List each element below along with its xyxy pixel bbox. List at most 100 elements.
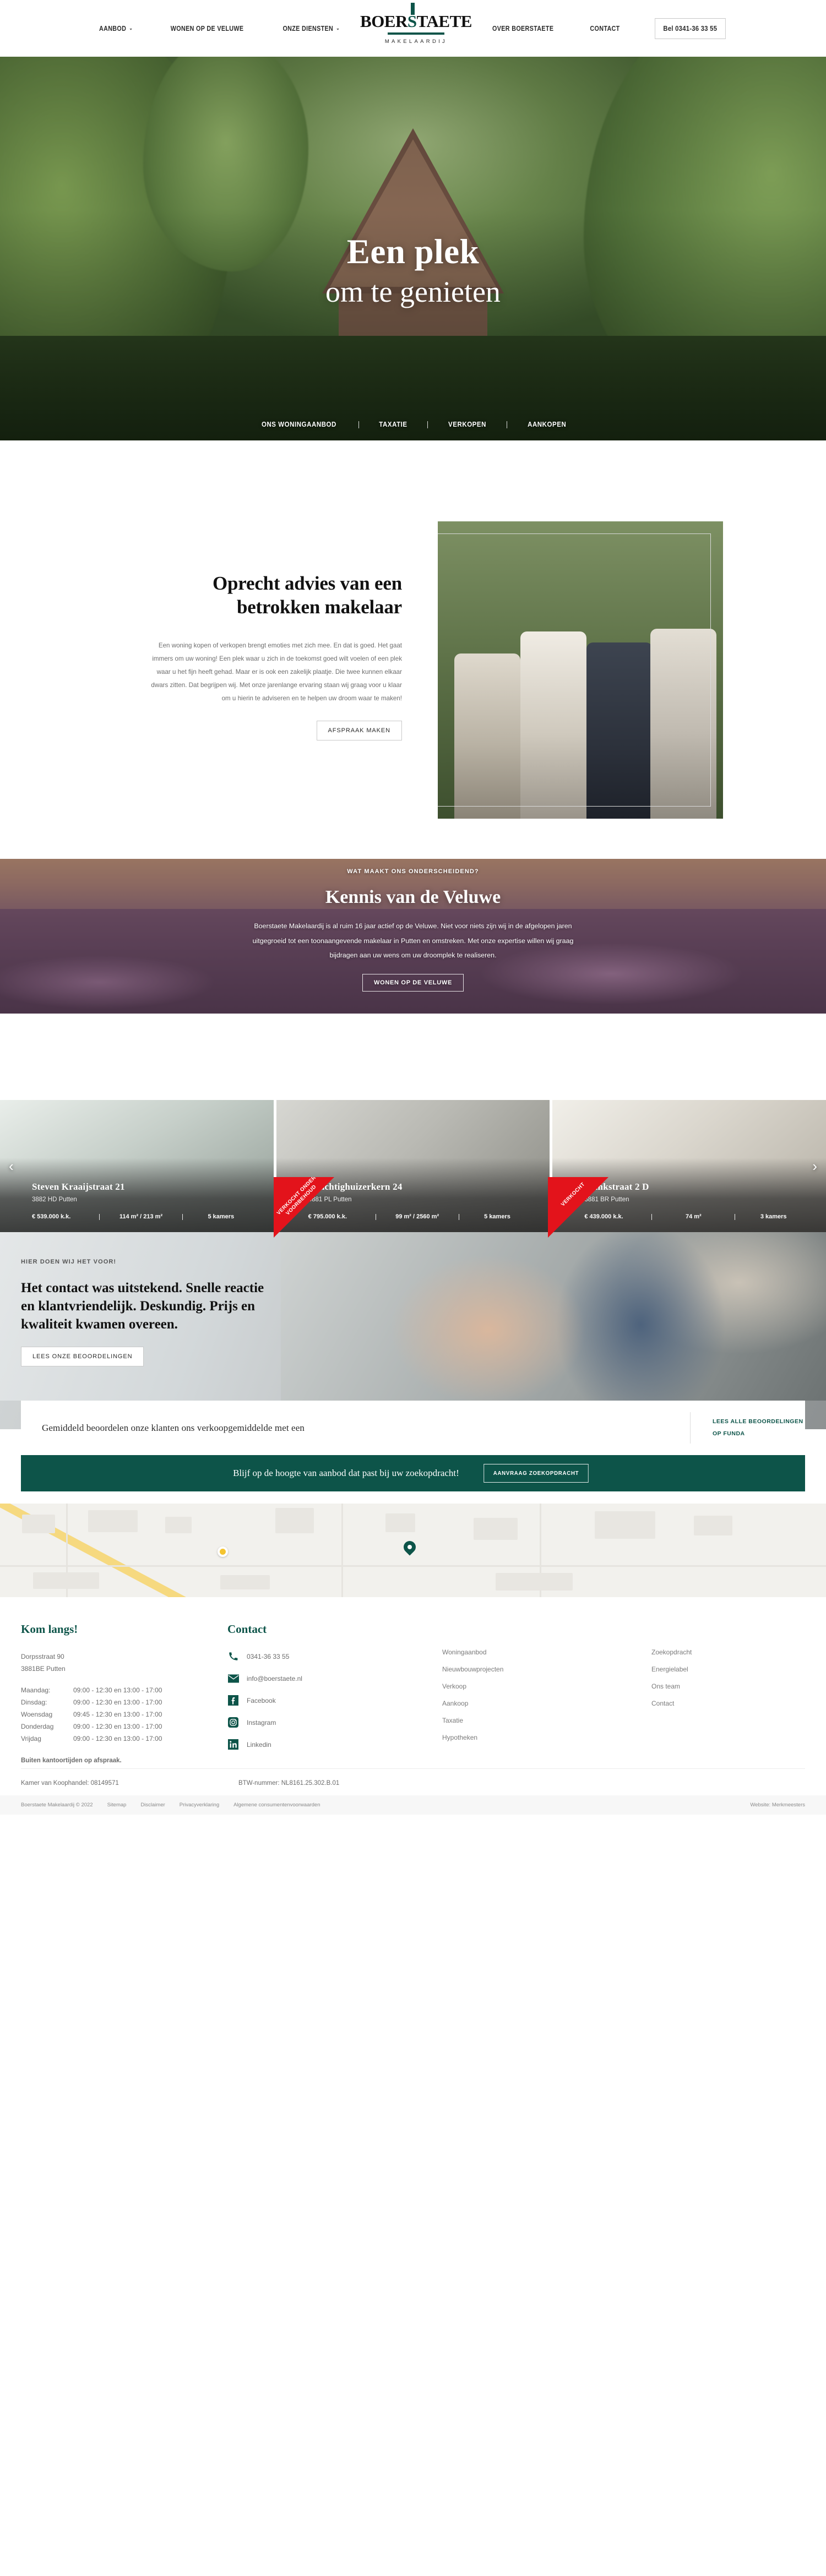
site-logo[interactable]: BOER S TAETE MAKELAARDIJ xyxy=(360,2,472,45)
testimonial-photo xyxy=(281,1232,826,1401)
copyright-link-privacyverklaring[interactable]: Privacyverklaring xyxy=(180,1802,219,1808)
footer-copyright-bar: Boerstaete Makelaardij © 2022 Sitemap Di… xyxy=(0,1795,826,1815)
advice-section: Oprecht advies van een betrokken makelaa… xyxy=(0,521,826,819)
read-reviews-button[interactable]: LEES ONZE BEOORDELINGEN xyxy=(21,1347,144,1366)
location-map[interactable] xyxy=(0,1504,826,1597)
copyright-link-algemene-voorwaarden[interactable]: Algemene consumentenvoorwaarden xyxy=(233,1802,320,1808)
day-time: 09:45 - 12:30 en 13:00 - 17:00 xyxy=(73,1711,162,1719)
veluwe-heading: Kennis van de Veluwe xyxy=(325,887,501,907)
linkedin-icon xyxy=(227,1739,239,1750)
footer-visit-heading: Kom langs! xyxy=(21,1622,78,1636)
opening-hours-row: Maandag: 09:00 - 12:30 en 13:00 - 17:00 xyxy=(21,1685,227,1697)
property-meta: € 795.000 k.k. 99 m² / 2560 m² 5 kamers xyxy=(308,1213,536,1220)
property-zip: 3882 HD Putten xyxy=(32,1196,77,1203)
hero-action-aankopen[interactable]: AANKOPEN xyxy=(510,421,583,428)
footer-link-nieuwbouwprojecten[interactable]: Nieuwbouwprojecten xyxy=(442,1665,651,1673)
day-label: Donderdag xyxy=(21,1722,54,1730)
footer-instagram-label: Instagram xyxy=(247,1718,276,1727)
map-highlight-circle xyxy=(218,1546,228,1557)
footer-link-contact[interactable]: Contact xyxy=(651,1700,784,1707)
property-rooms: 3 kamers xyxy=(760,1213,787,1220)
hero-title: Een plek xyxy=(346,232,480,271)
nav-item-over-boerstaete[interactable]: OVER BOERSTAETE xyxy=(493,25,554,32)
footer-contact-heading: Contact xyxy=(227,1622,267,1636)
property-info: Krachtighuizerkern 24 3881 PL Putten € 7… xyxy=(308,1181,536,1220)
hero-action-taxatie[interactable]: TAXATIE xyxy=(362,421,425,428)
property-info: Brinkstraat 2 D 3881 BR Putten € 439.000… xyxy=(584,1181,812,1220)
copyright-link-sitemap[interactable]: Sitemap xyxy=(107,1802,127,1808)
advice-heading: Oprecht advies van een betrokken makelaa… xyxy=(213,573,402,618)
day-label: Maandag: xyxy=(21,1686,51,1695)
footer-contact-instagram[interactable]: Instagram xyxy=(227,1717,442,1728)
meta-separator xyxy=(651,1213,653,1220)
property-title: Brinkstraat 2 D xyxy=(584,1181,649,1192)
nav-item-label: CONTACT xyxy=(590,24,620,32)
phone-icon xyxy=(227,1651,239,1662)
property-price: € 539.000 k.k. xyxy=(32,1213,71,1220)
property-slider: ‹ › Steven Kraaijstraat 21 3882 HD Putte… xyxy=(0,1100,826,1232)
footer-contact-phone[interactable]: 0341-36 33 55 xyxy=(227,1651,442,1662)
footer-link-woningaanbod[interactable]: Woningaanbod xyxy=(442,1648,651,1656)
average-rating-text: Gemiddeld beoordelen onze klanten ons ve… xyxy=(42,1422,305,1433)
opening-hours-row: Donderdag 09:00 - 12:30 en 13:00 - 17:00 xyxy=(21,1721,227,1733)
hero-subtitle: om te genieten xyxy=(325,275,501,308)
property-size: 114 m² / 213 m² xyxy=(119,1213,163,1220)
wonen-op-de-veluwe-button[interactable]: WONEN OP DE VELUWE xyxy=(362,974,464,992)
nav-item-contact[interactable]: CONTACT xyxy=(590,25,620,32)
footer-link-verkoop[interactable]: Verkoop xyxy=(442,1682,651,1690)
copyright-text: Boerstaete Makelaardij © 2022 xyxy=(21,1801,93,1808)
map-location-pin-icon[interactable] xyxy=(401,1538,419,1556)
day-label: Vrijdag xyxy=(21,1734,41,1742)
copyright-website-credit[interactable]: Website: Merkmeesters xyxy=(750,1802,805,1808)
property-meta: € 539.000 k.k. 114 m² / 213 m² 5 kamers xyxy=(32,1213,259,1220)
footer-street: Dorpsstraat 90 xyxy=(21,1653,64,1660)
footer-facebook-label: Facebook xyxy=(247,1696,276,1704)
property-meta: € 439.000 k.k. 74 m² 3 kamers xyxy=(584,1213,812,1220)
footer-contact-email[interactable]: info@boerstaete.nl xyxy=(227,1673,442,1684)
nav-item-wonen-op-de-veluwe[interactable]: WONEN OP DE VELUWE xyxy=(170,25,243,32)
slider-prev-arrow[interactable]: ‹ xyxy=(9,1159,14,1173)
footer-opening-hours: Maandag: 09:00 - 12:30 en 13:00 - 17:00 … xyxy=(21,1685,227,1745)
logo-underline-rule xyxy=(387,32,444,35)
opening-hours-row: Dinsdag: 09:00 - 12:30 en 13:00 - 17:00 xyxy=(21,1697,227,1709)
call-phone-button[interactable]: Bel 0341-36 33 55 xyxy=(654,18,726,39)
slider-next-arrow[interactable]: › xyxy=(812,1159,817,1173)
footer-linkedin-label: Linkedin xyxy=(247,1740,271,1749)
meta-separator xyxy=(182,1213,183,1220)
nav-item-label: OVER BOERSTAETE xyxy=(492,24,554,32)
hero-action-verkopen[interactable]: VERKOPEN xyxy=(431,421,503,428)
footer-city: 3881BE Putten xyxy=(21,1665,66,1673)
footer-link-energielabel[interactable]: Energielabel xyxy=(651,1665,784,1673)
site-header: AANBOD ⌄ WONEN OP DE VELUWE ONZE DIENSTE… xyxy=(0,0,826,57)
primary-nav-right: OVER BOERSTAETE CONTACT Bel 0341-36 33 5… xyxy=(465,18,729,39)
footer-address: Dorpsstraat 90 3881BE Putten xyxy=(21,1651,227,1675)
footer-contact-linkedin[interactable]: Linkedin xyxy=(227,1739,442,1750)
read-all-reviews-funda-link[interactable]: LEES ALLE BEOORDELINGEN OP FUNDA xyxy=(691,1416,805,1440)
testimonial-content: HIER DOEN WIJ HET VOOR! Het contact was … xyxy=(21,1259,280,1366)
request-search-assignment-button[interactable]: AANVRAAG ZOEKOPDRACHT xyxy=(483,1464,589,1483)
testimonial-quote: Het contact was uitstekend. Snelle react… xyxy=(21,1281,264,1332)
hero-action-ons-woningaanbod[interactable]: ONS WONINGAANBOD xyxy=(244,421,354,428)
nav-item-onze-diensten[interactable]: ONZE DIENSTEN ⌄ xyxy=(282,25,340,32)
veluwe-section: WAT MAAKT ONS ONDERSCHEIDEND? Kennis van… xyxy=(0,859,826,1014)
footer-email-label: info@boerstaete.nl xyxy=(247,1674,302,1682)
make-appointment-button[interactable]: AFSPRAAK MAKEN xyxy=(316,721,402,741)
nav-item-aanbod[interactable]: AANBOD ⌄ xyxy=(99,25,133,32)
footer-link-aankoop[interactable]: Aankoop xyxy=(442,1700,651,1707)
team-photo xyxy=(438,521,723,819)
footer-link-taxatie[interactable]: Taxatie xyxy=(442,1717,651,1724)
footer-contact-facebook[interactable]: Facebook xyxy=(227,1695,442,1706)
footer-link-hypotheken[interactable]: Hypotheken xyxy=(442,1734,651,1741)
property-title: Steven Kraaijstraat 21 xyxy=(32,1181,125,1192)
day-label: Woensdag xyxy=(21,1711,53,1719)
footer-link-zoekopdracht[interactable]: Zoekopdracht xyxy=(651,1648,784,1656)
footer-legal-row: Kamer van Koophandel: 08149571 BTW-numme… xyxy=(0,1769,826,1795)
sold-ribbon-onder-voorbehoud: VERKOCHT ONDER VOORBEHOUD xyxy=(274,1177,334,1238)
footer-link-ons-team[interactable]: Ons team xyxy=(651,1682,784,1690)
facebook-icon xyxy=(227,1695,239,1706)
site-footer: Kom langs! Dorpsstraat 90 3881BE Putten … xyxy=(0,1597,826,1764)
copyright-link-disclaimer[interactable]: Disclaimer xyxy=(140,1802,165,1808)
hero-content: Een plek om te genieten xyxy=(0,57,826,440)
logo-tagline: MAKELAARDIJ xyxy=(384,38,448,45)
property-card[interactable]: Steven Kraaijstraat 21 3882 HD Putten € … xyxy=(0,1100,274,1232)
